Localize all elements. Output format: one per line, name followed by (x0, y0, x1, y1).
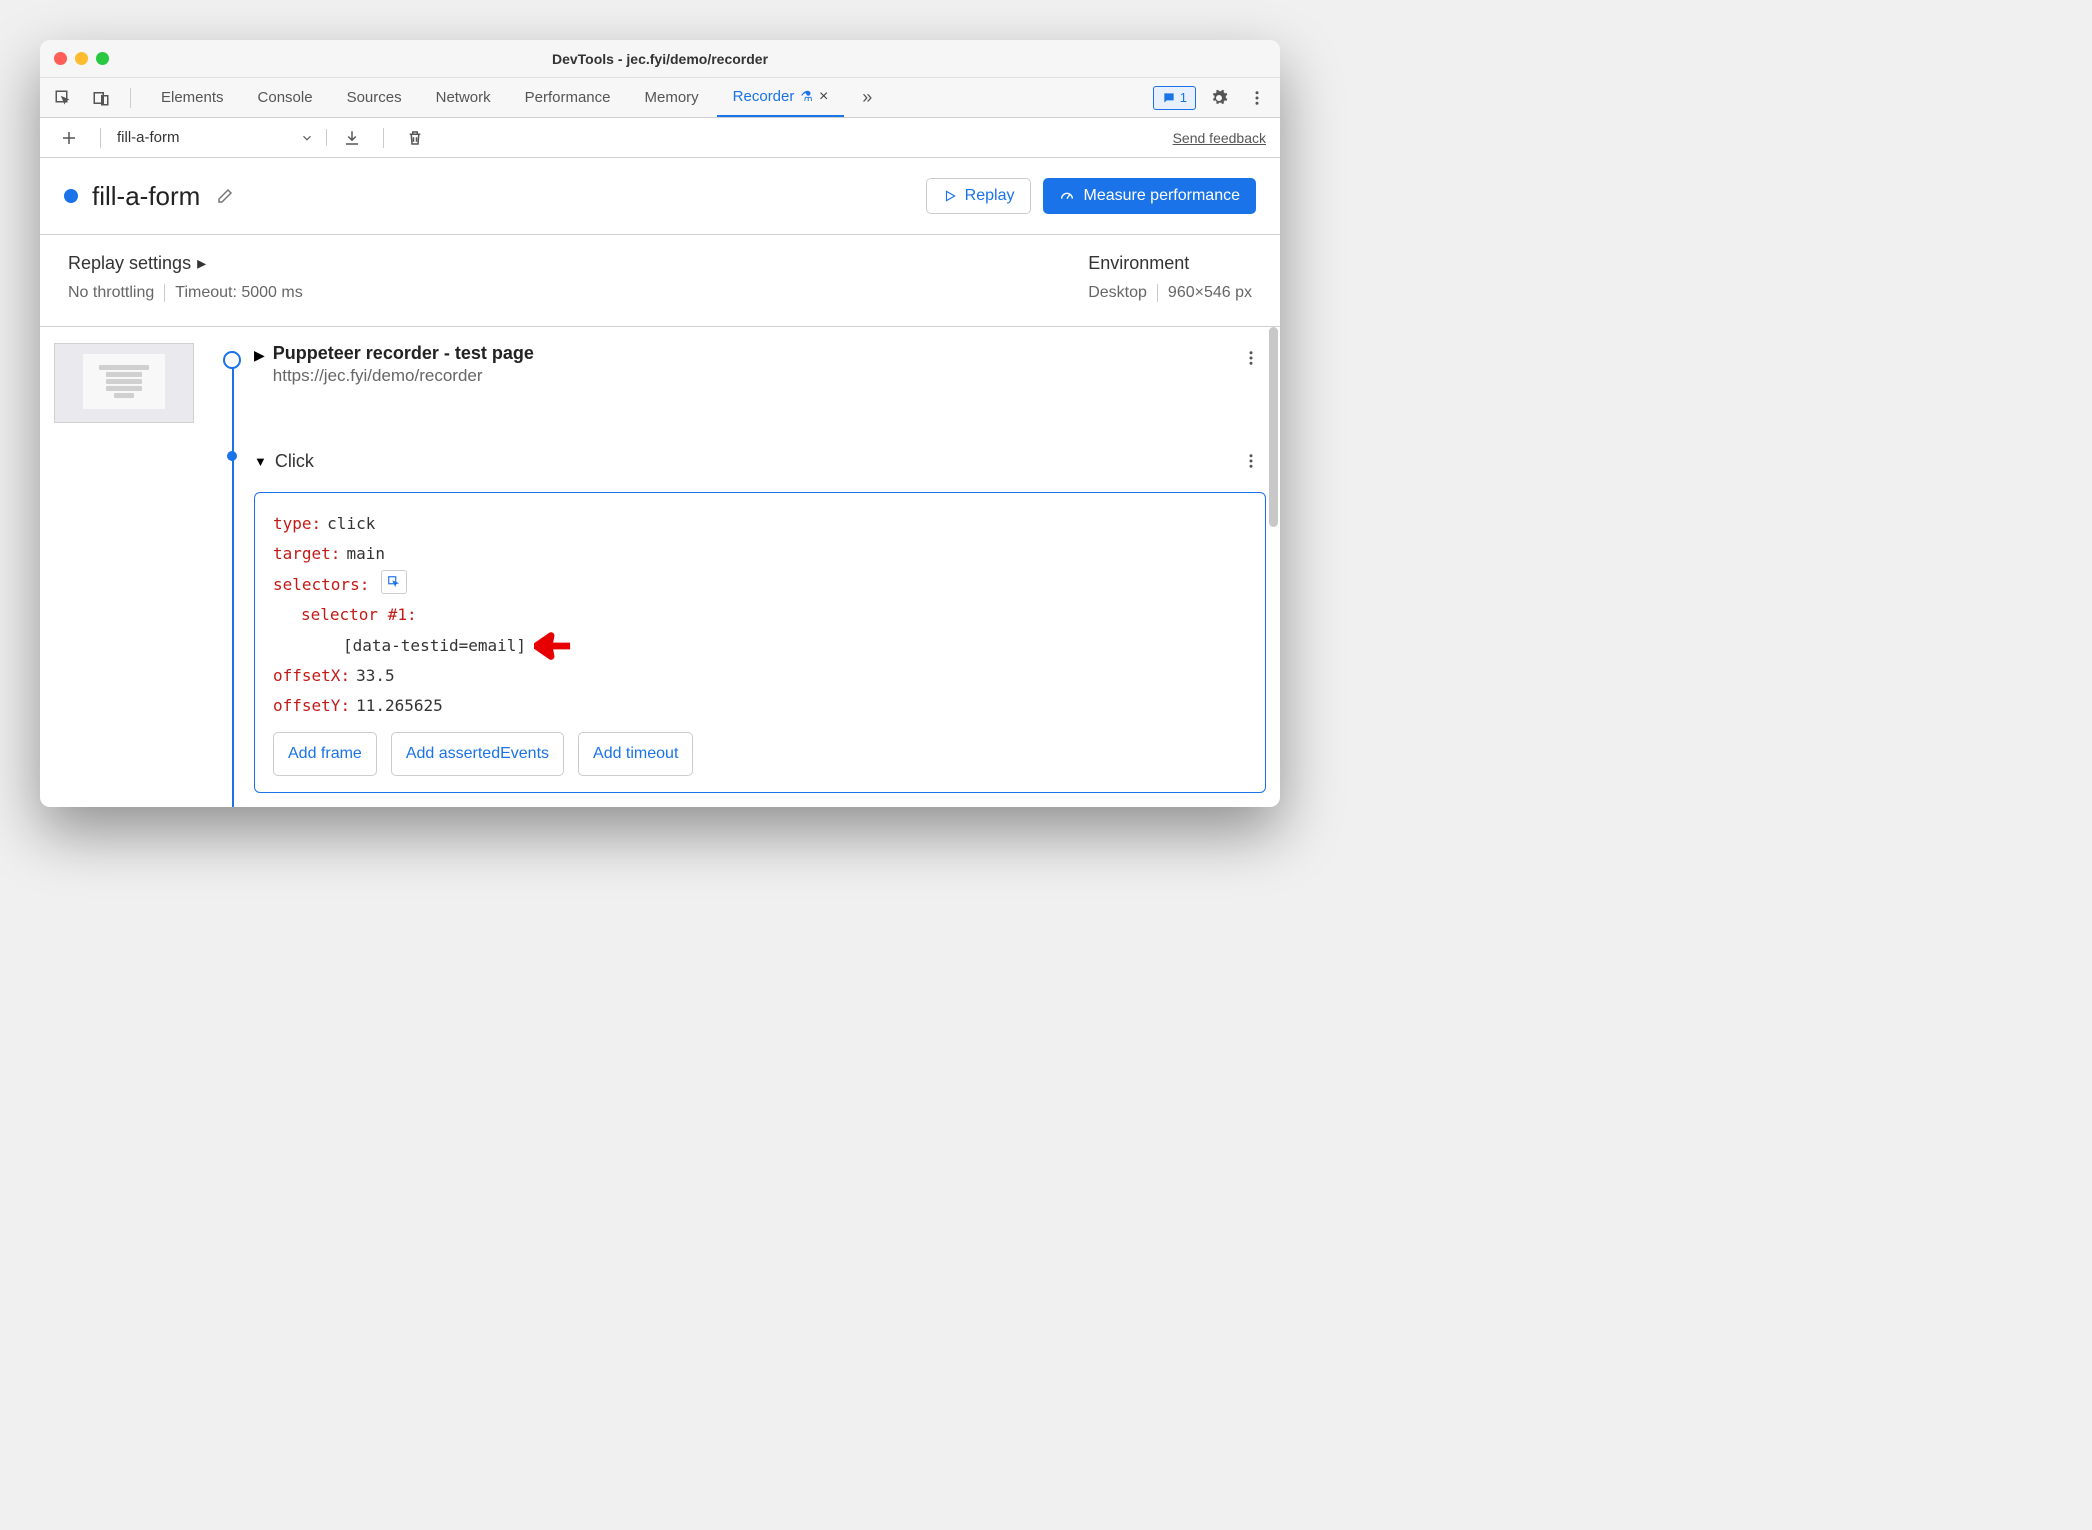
kebab-menu-icon[interactable] (1242, 83, 1272, 113)
main-tabbar: Elements Console Sources Network Perform… (40, 78, 1280, 118)
close-tab-icon[interactable]: × (819, 88, 828, 106)
devtools-window: DevTools - jec.fyi/demo/recorder Element… (40, 40, 1280, 807)
tab-sources[interactable]: Sources (331, 78, 418, 117)
selector-label[interactable]: selector #1: (301, 600, 417, 630)
timeline-node-start (223, 351, 241, 369)
dimensions-value: 960×546 px (1168, 284, 1252, 302)
edit-name-icon[interactable] (210, 181, 240, 211)
recording-header: fill-a-form Replay Measure performance (40, 158, 1280, 235)
chevron-right-icon: ▶ (254, 347, 265, 364)
play-icon (943, 189, 957, 203)
tab-recorder[interactable]: Recorder ⚗ × (717, 78, 845, 117)
field-key[interactable]: target: (273, 539, 340, 569)
replay-label: Replay (965, 187, 1015, 205)
export-icon[interactable] (337, 123, 367, 153)
titlebar: DevTools - jec.fyi/demo/recorder (40, 40, 1280, 78)
settings-row: Replay settings ▸ No throttling Timeout:… (40, 235, 1280, 327)
divider (1157, 284, 1158, 302)
experiment-icon: ⚗ (800, 88, 813, 105)
replay-settings-label: Replay settings (68, 253, 191, 274)
send-feedback-link[interactable]: Send feedback (1173, 130, 1266, 146)
add-asserted-events-button[interactable]: Add assertedEvents (391, 732, 564, 776)
step-url: https://jec.fyi/demo/recorder (273, 366, 534, 386)
timeline-node-step (227, 451, 237, 461)
step-click-title: Click (275, 451, 314, 472)
divider (130, 88, 131, 108)
divider (100, 128, 101, 148)
more-tabs-icon[interactable] (846, 78, 888, 117)
field-key[interactable]: type: (273, 509, 321, 539)
chevron-down-icon: ▼ (254, 454, 267, 469)
timeline-rail (232, 351, 234, 807)
inspect-element-icon[interactable] (48, 83, 78, 113)
status-dot-icon (64, 189, 78, 203)
field-key[interactable]: offsetX: (273, 661, 350, 691)
selector-value[interactable]: [data-testid=email] (343, 631, 526, 661)
scrollbar[interactable] (1269, 327, 1278, 527)
step-menu-icon[interactable] (1236, 343, 1266, 373)
recorder-toolbar: fill-a-form Send feedback (40, 118, 1280, 158)
tab-memory[interactable]: Memory (629, 78, 715, 117)
step-initial[interactable]: ▶ Puppeteer recorder - test page https:/… (254, 343, 1266, 386)
add-timeout-button[interactable]: Add timeout (578, 732, 693, 776)
measure-label: Measure performance (1083, 187, 1240, 205)
delete-icon[interactable] (400, 123, 430, 153)
field-key[interactable]: selectors: (273, 570, 369, 600)
tab-console[interactable]: Console (242, 78, 329, 117)
divider (164, 284, 165, 302)
tab-elements[interactable]: Elements (145, 78, 240, 117)
step-title: Puppeteer recorder - test page (273, 343, 534, 364)
gauge-icon (1059, 188, 1075, 204)
chevron-down-icon (300, 131, 314, 145)
device-toolbar-icon[interactable] (86, 83, 116, 113)
tab-recorder-label: Recorder (733, 88, 795, 105)
chevron-right-icon: ▸ (197, 253, 206, 274)
page-thumbnail (54, 343, 194, 423)
annotation-arrow-icon (534, 631, 572, 661)
pick-selector-icon[interactable] (381, 570, 407, 594)
field-value[interactable]: click (327, 509, 375, 539)
window-title: DevTools - jec.fyi/demo/recorder (40, 51, 1280, 67)
device-value: Desktop (1088, 284, 1147, 302)
tab-network[interactable]: Network (420, 78, 507, 117)
new-recording-icon[interactable] (54, 123, 84, 153)
tab-performance[interactable]: Performance (509, 78, 627, 117)
recording-dropdown[interactable]: fill-a-form (117, 129, 327, 146)
field-value[interactable]: 11.265625 (356, 691, 443, 721)
replay-settings-toggle[interactable]: Replay settings ▸ (68, 253, 303, 274)
field-value[interactable]: 33.5 (356, 661, 395, 691)
panel-tabs: Elements Console Sources Network Perform… (145, 78, 888, 117)
issues-button[interactable]: 1 (1153, 86, 1196, 110)
timeout-value: Timeout: 5000 ms (175, 284, 302, 302)
step-click-header[interactable]: ▼ Click (254, 446, 1266, 476)
add-frame-button[interactable]: Add frame (273, 732, 377, 776)
throttling-value: No throttling (68, 284, 154, 302)
step-menu-icon[interactable] (1236, 446, 1266, 476)
environment-heading: Environment (1088, 253, 1189, 274)
settings-gear-icon[interactable] (1204, 83, 1234, 113)
field-value[interactable]: main (346, 539, 385, 569)
step-details-box: type: click target: main selectors: (254, 492, 1266, 793)
selected-recording-name: fill-a-form (117, 129, 180, 146)
measure-performance-button[interactable]: Measure performance (1043, 178, 1256, 214)
issues-count: 1 (1180, 90, 1187, 105)
divider (383, 128, 384, 148)
steps-content: ▶ Puppeteer recorder - test page https:/… (40, 327, 1280, 807)
field-key[interactable]: offsetY: (273, 691, 350, 721)
recording-title: fill-a-form (92, 181, 200, 212)
replay-button[interactable]: Replay (926, 178, 1032, 214)
